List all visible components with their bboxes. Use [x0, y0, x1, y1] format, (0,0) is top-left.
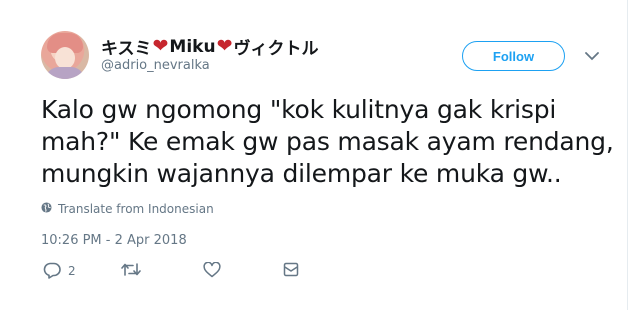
like-icon [203, 262, 221, 278]
avatar[interactable] [41, 31, 89, 79]
retweet-icon [121, 262, 141, 277]
tweet-text: Kalo gw ngomong "kok kulitnya gak krispi… [41, 95, 614, 188]
heart-emoji-icon: ❤ [152, 35, 169, 57]
globe-icon [41, 202, 52, 216]
reply-icon [43, 262, 61, 279]
user-handle[interactable]: @adrio_nevralka [101, 58, 210, 73]
reply-button[interactable]: 2 [43, 262, 76, 279]
chevron-down-icon[interactable] [582, 48, 602, 64]
direct-message-button[interactable] [283, 262, 299, 277]
tweet-timestamp[interactable]: 10:26 PM - 2 Apr 2018 [41, 233, 187, 248]
display-name-latin: Miku [169, 36, 216, 57]
display-name-jp-1: キスミ [101, 39, 152, 59]
tweet-card: キスミ ❤ Miku ❤ ヴィクトル @adrio_nevralka Follo… [0, 0, 628, 310]
translate-label: Translate from Indonesian [58, 202, 214, 216]
dm-icon [283, 262, 299, 277]
follow-button[interactable]: Follow [462, 41, 565, 71]
heart-emoji-icon: ❤ [216, 35, 233, 57]
retweet-button[interactable] [121, 262, 141, 277]
display-name-jp-2: ヴィクトル [233, 39, 319, 59]
tweet-actions: 2 [41, 262, 311, 282]
translate-link[interactable]: Translate from Indonesian [41, 202, 214, 216]
display-name[interactable]: キスミ ❤ Miku ❤ ヴィクトル [101, 34, 319, 60]
like-button[interactable] [203, 262, 221, 278]
reply-count: 2 [68, 263, 76, 278]
